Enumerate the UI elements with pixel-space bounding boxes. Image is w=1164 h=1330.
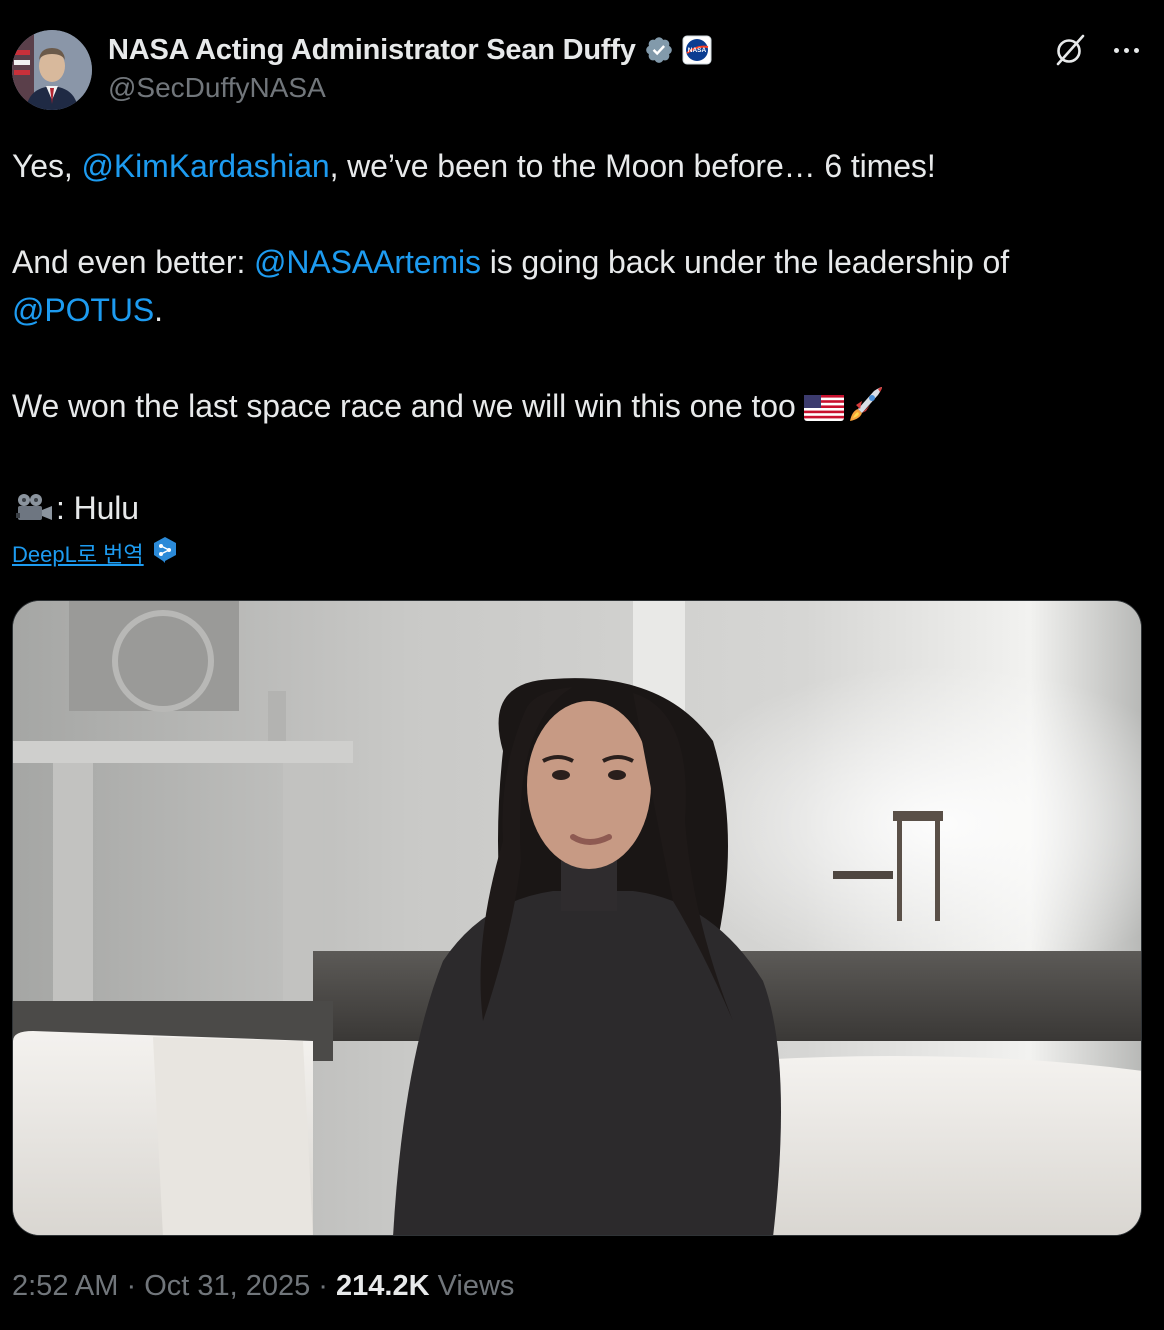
tweet-line: And even better: @NASAArtemis is going b… bbox=[12, 238, 1142, 286]
text-segment: is going back under the leadership of bbox=[480, 244, 1010, 280]
author-display-name[interactable]: NASA Acting Administrator Sean Duffy bbox=[108, 34, 636, 67]
translate-link[interactable]: DeepL로 번역 bbox=[12, 537, 144, 569]
deepl-icon[interactable] bbox=[152, 536, 178, 569]
movie-camera-emoji bbox=[12, 490, 56, 538]
tweet-line: @POTUS. bbox=[12, 286, 1142, 334]
views-label: Views bbox=[429, 1270, 515, 1302]
text-segment: : Hulu bbox=[56, 490, 139, 526]
grok-icon[interactable] bbox=[1052, 32, 1088, 68]
meta-separator: · bbox=[118, 1270, 145, 1302]
mention-kimkardashian[interactable]: @KimKardashian bbox=[82, 148, 330, 184]
video-thumbnail[interactable] bbox=[12, 600, 1142, 1236]
mention-nasaartemis[interactable]: @NASAArtemis bbox=[254, 244, 481, 280]
author-handle[interactable]: @SecDuffyNASA bbox=[108, 72, 326, 104]
tweet-date[interactable]: Oct 31, 2025 bbox=[144, 1270, 310, 1302]
tweet-meta: 2:52 AM · Oct 31, 2025 · 214.2K Views bbox=[12, 1270, 514, 1303]
svg-text:NASA: NASA bbox=[688, 47, 707, 54]
tweet-line: We won the last space race and we will w… bbox=[12, 382, 1142, 436]
more-options-icon[interactable] bbox=[1108, 34, 1144, 66]
text-segment: We won the last space race and we will w… bbox=[12, 388, 805, 424]
profile-photo bbox=[12, 30, 92, 110]
text-segment: Yes, bbox=[12, 148, 82, 184]
text-segment: . bbox=[154, 292, 163, 328]
mention-potus[interactable]: @POTUS bbox=[12, 292, 154, 328]
tweet-time[interactable]: 2:52 AM bbox=[12, 1270, 118, 1302]
author-name-row: NASA Acting Administrator Sean Duffy NAS… bbox=[108, 30, 712, 70]
tweet-line: : Hulu bbox=[12, 484, 1142, 538]
verified-badge-icon[interactable] bbox=[644, 35, 674, 65]
meta-separator: · bbox=[310, 1270, 337, 1302]
text-segment: And even better: bbox=[12, 244, 255, 280]
nasa-logo-icon[interactable]: NASA bbox=[682, 35, 712, 65]
tweet-text: Yes, @KimKardashian, we’ve been to the M… bbox=[12, 142, 1142, 538]
translate-row: DeepL로 번역 bbox=[12, 536, 178, 569]
rocket-emoji bbox=[844, 385, 886, 436]
views-count[interactable]: 214.2K bbox=[336, 1270, 430, 1302]
text-segment: , we’ve been to the Moon before… 6 times… bbox=[329, 148, 936, 184]
avatar[interactable] bbox=[12, 30, 92, 110]
us-flag-emoji bbox=[804, 388, 845, 436]
tweet-line: Yes, @KimKardashian, we’ve been to the M… bbox=[12, 142, 1142, 190]
